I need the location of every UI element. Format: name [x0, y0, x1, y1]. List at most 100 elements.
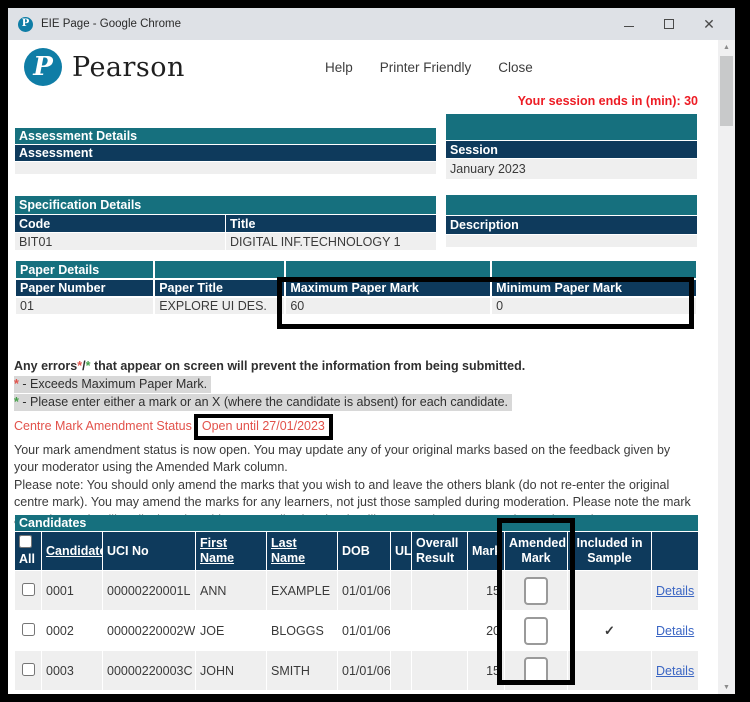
printer-friendly-link[interactable]: Printer Friendly: [380, 60, 472, 75]
column-header-details: [652, 532, 698, 570]
scrollbar[interactable]: ▲ ▼: [718, 40, 735, 694]
details-link[interactable]: Details: [656, 584, 694, 598]
pearson-favicon-icon: P: [18, 17, 33, 32]
uci-no-cell: 00000220003C: [103, 651, 195, 690]
maximize-icon[interactable]: [649, 8, 689, 40]
scroll-down-icon[interactable]: ▼: [718, 680, 735, 694]
mark-cell: 20: [468, 611, 504, 650]
description-value: [446, 235, 697, 247]
last-name-cell: EXAMPLE: [267, 571, 337, 610]
select-all-header: All: [15, 532, 41, 570]
column-header-uln: ULN: [391, 532, 411, 570]
row-checkbox[interactable]: [22, 623, 35, 636]
uci-no-cell: 00000220002W: [103, 611, 195, 650]
specification-details-table: Specification Details Code Title BIT01 D…: [14, 195, 437, 251]
row-checkbox[interactable]: [22, 583, 35, 596]
page-content: P Pearson Help Printer Friendly Close Yo…: [8, 40, 735, 694]
assessment-details-table: Assessment Details Assessment: [14, 127, 437, 175]
uln-cell: [391, 571, 411, 610]
amended-mark-cell: [505, 611, 567, 650]
dob-cell: 01/01/06: [338, 571, 390, 610]
dob-cell: 01/01/06: [338, 651, 390, 690]
uln-cell: [391, 611, 411, 650]
amended-mark-input[interactable]: [524, 577, 548, 605]
errors-intro: Any errors*/* that appear on screen will…: [14, 358, 525, 375]
description-table: Description: [445, 194, 698, 248]
column-header-first-name[interactable]: First Name: [196, 532, 266, 570]
first-name-cell: JOE: [196, 611, 266, 650]
minimize-icon[interactable]: [609, 8, 649, 40]
table-row: 0003 00000220003C JOHN SMITH 01/01/06 15…: [15, 651, 698, 690]
row-select-cell: [15, 611, 41, 650]
error-item-max-mark: * - Exceeds Maximum Paper Mark.: [14, 375, 525, 393]
errors-notice: Any errors*/* that appear on screen will…: [14, 358, 525, 411]
last-name-cell: BLOGGS: [267, 611, 337, 650]
included-in-sample-cell: [568, 651, 651, 690]
description-table-spacer: [446, 195, 697, 215]
overall-result-cell: [412, 571, 467, 610]
code-label: Code: [15, 215, 225, 232]
minimum-paper-mark-label: Minimum Paper Mark: [492, 280, 696, 296]
included-in-sample-cell: ✓: [568, 611, 651, 650]
amended-mark-input[interactable]: [524, 617, 548, 645]
amendment-status-label: Centre Mark Amendment Status: [14, 419, 192, 433]
details-link[interactable]: Details: [656, 624, 694, 638]
candidates-table: Candidates All Candidate UCI No First Na…: [14, 514, 699, 691]
select-all-checkbox[interactable]: [19, 535, 32, 548]
title-value: DIGITAL INF.TECHNOLOGY 1: [226, 233, 436, 250]
table-row: 0002 00000220002W JOE BLOGGS 01/01/06 20…: [15, 611, 698, 650]
maximum-paper-mark-value: 60: [286, 298, 490, 314]
table-row: 0001 00000220001L ANN EXAMPLE 01/01/06 1…: [15, 571, 698, 610]
uln-cell: [391, 651, 411, 690]
candidates-title: Candidates: [15, 515, 698, 531]
help-link[interactable]: Help: [325, 60, 353, 75]
specification-details-title: Specification Details: [15, 196, 436, 214]
amendment-status-line: Centre Mark Amendment StatusOpen until 2…: [14, 414, 692, 440]
mark-cell: 15: [468, 651, 504, 690]
description-label: Description: [446, 216, 697, 234]
paper-details-title: Paper Details: [16, 261, 153, 278]
session-label: Session: [446, 141, 697, 158]
column-header-mark: Mark: [468, 532, 504, 570]
paper-details-table: Paper Details Paper Number Paper Title M…: [14, 259, 698, 316]
candidate-number-cell: 0001: [42, 571, 102, 610]
details-link[interactable]: Details: [656, 664, 694, 678]
minimum-paper-mark-value: 0: [492, 298, 696, 314]
session-table-spacer: [446, 114, 697, 140]
error-item-mark-or-x: * - Please enter either a mark or an X (…: [14, 393, 525, 411]
paper-number-label: Paper Number: [16, 280, 153, 296]
column-header-amended-mark: Amended Mark: [505, 532, 567, 570]
candidates-rows: 0001 00000220001L ANN EXAMPLE 01/01/06 1…: [15, 571, 698, 690]
row-select-cell: [15, 571, 41, 610]
window-title: EIE Page - Google Chrome: [41, 18, 181, 30]
amendment-section: Centre Mark Amendment StatusOpen until 2…: [14, 414, 692, 529]
close-icon[interactable]: ✕: [689, 8, 729, 40]
scroll-up-icon[interactable]: ▲: [718, 40, 735, 54]
session-table: Session January 2023: [445, 113, 698, 180]
close-link[interactable]: Close: [498, 60, 533, 75]
title-label: Title: [226, 215, 436, 232]
maximum-paper-mark-label: Maximum Paper Mark: [286, 280, 490, 296]
scrollbar-thumb[interactable]: [720, 56, 733, 126]
column-header-dob: DOB: [338, 532, 390, 570]
amended-mark-input[interactable]: [524, 657, 548, 685]
amendment-status-value: Open until 27/01/2023: [194, 414, 333, 440]
uci-no-cell: 00000220001L: [103, 571, 195, 610]
last-name-cell: SMITH: [267, 651, 337, 690]
browser-window: P EIE Page - Google Chrome ✕ P Pearson H…: [8, 8, 735, 694]
session-value: January 2023: [446, 159, 697, 179]
mark-cell: 15: [468, 571, 504, 610]
amended-mark-cell: [505, 571, 567, 610]
code-value: BIT01: [15, 233, 225, 250]
assessment-label: Assessment: [15, 145, 436, 161]
overall-result-cell: [412, 651, 467, 690]
paper-title-label: Paper Title: [155, 280, 284, 296]
column-header-last-name[interactable]: Last Name: [267, 532, 337, 570]
session-timeout-notice: Your session ends in (min): 30: [518, 94, 698, 108]
first-name-cell: ANN: [196, 571, 266, 610]
row-checkbox[interactable]: [22, 663, 35, 676]
details-cell: Details: [652, 571, 698, 610]
overall-result-cell: [412, 611, 467, 650]
pearson-logo-icon: P: [24, 48, 62, 86]
column-header-candidate[interactable]: Candidate: [42, 532, 102, 570]
